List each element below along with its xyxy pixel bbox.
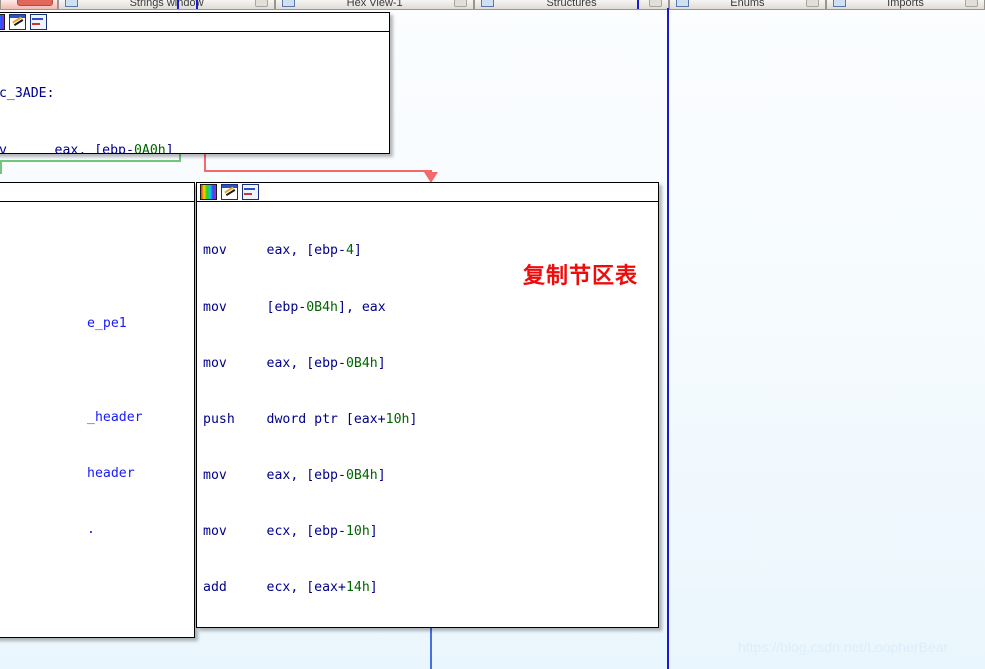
node-toolbar[interactable] — [197, 183, 658, 202]
watermark-url: https://blog.csdn.net/LoopherBear — [738, 639, 949, 655]
edge-outgoing-jump — [430, 628, 432, 669]
code-line: mov [ebp-0B4h], eax — [203, 299, 386, 315]
code-line: mov ecx, [ebp-10h] — [203, 523, 378, 539]
close-icon[interactable] — [454, 0, 468, 7]
close-icon[interactable] — [255, 0, 269, 7]
tab-label: Enums — [730, 0, 765, 9]
basic-block-copy-section-table[interactable]: mov eax, [ebp-4] mov [ebp-0B4h], eax mov… — [196, 182, 659, 628]
pencil-edit-icon[interactable] — [9, 14, 26, 30]
strings-icon — [65, 0, 79, 7]
graph-chart-icon[interactable] — [30, 14, 47, 30]
code-line: add ecx, [eax+14h] — [203, 580, 378, 596]
hex-icon — [282, 0, 296, 7]
edge-loop-back-vertical — [667, 8, 669, 669]
graph-chart-icon[interactable] — [242, 184, 259, 200]
close-icon[interactable] — [805, 0, 819, 7]
code-line: _header — [87, 409, 143, 425]
edge-incoming-jump-right — [637, 0, 639, 9]
basic-block-left-clipped[interactable]: e_pe1 _header header . ort_table ort_tab… — [0, 182, 195, 638]
tab-label: Imports — [887, 0, 924, 9]
code-line: header — [87, 466, 135, 482]
tab-label: Hex View-1 — [346, 0, 403, 9]
annotation-copy-section-table: 复制节区表 — [523, 264, 639, 289]
close-icon[interactable] — [965, 0, 978, 7]
code-line: push dword ptr [eax+10h] — [203, 411, 418, 427]
tab-hex-view-1[interactable]: Hex View-1 — [275, 0, 475, 9]
tab-structures[interactable]: Structures — [474, 0, 669, 9]
code-line: mov eax, [ebp-0B4h] — [203, 467, 386, 483]
code-line: oc_3ADE: — [0, 86, 55, 102]
structures-icon — [481, 0, 495, 7]
tab-label: Strings window — [129, 0, 204, 9]
tab-imports[interactable]: Imports — [825, 0, 985, 9]
edge-incoming-jump-mid — [196, 0, 198, 9]
close-icon[interactable] — [648, 0, 662, 7]
node-toolbar[interactable] — [0, 13, 389, 32]
code-line: ov eax, [ebp-0A0h] — [0, 142, 174, 154]
basic-block-loc-3ade[interactable]: oc_3ADE: ov eax, [ebp-0A0h] ovzx eax, by… — [0, 12, 390, 154]
imports-icon — [832, 0, 846, 7]
document-icon — [17, 0, 53, 6]
tab-strip[interactable]: Strings window Hex View-1 Structures Enu… — [0, 0, 985, 10]
edge-true-branch-segment-3 — [0, 160, 2, 174]
pencil-edit-icon[interactable] — [221, 184, 238, 200]
node-b-code[interactable]: e_pe1 _header header . ort_table ort_tab… — [0, 202, 194, 637]
tab-label: Structures — [546, 0, 597, 9]
edge-incoming-jump-left — [177, 0, 179, 9]
code-line: . — [87, 522, 95, 538]
tab-enums[interactable]: Enums — [668, 0, 826, 9]
enums-icon — [675, 0, 689, 7]
color-palette-icon[interactable] — [0, 14, 5, 30]
edge-false-branch-segment-2 — [204, 170, 431, 172]
code-line: e_pe1 — [87, 316, 127, 332]
node-a-code[interactable]: oc_3ADE: ov eax, [ebp-0A0h] ovzx eax, by… — [0, 32, 389, 154]
edge-true-branch-segment-2 — [0, 160, 181, 162]
tab-document[interactable] — [0, 0, 59, 9]
tab-strings-window[interactable]: Strings window — [58, 0, 276, 9]
color-palette-icon[interactable] — [200, 184, 217, 200]
code-line: mov eax, [ebp-0B4h] — [203, 355, 386, 371]
node-toolbar[interactable] — [0, 183, 194, 202]
